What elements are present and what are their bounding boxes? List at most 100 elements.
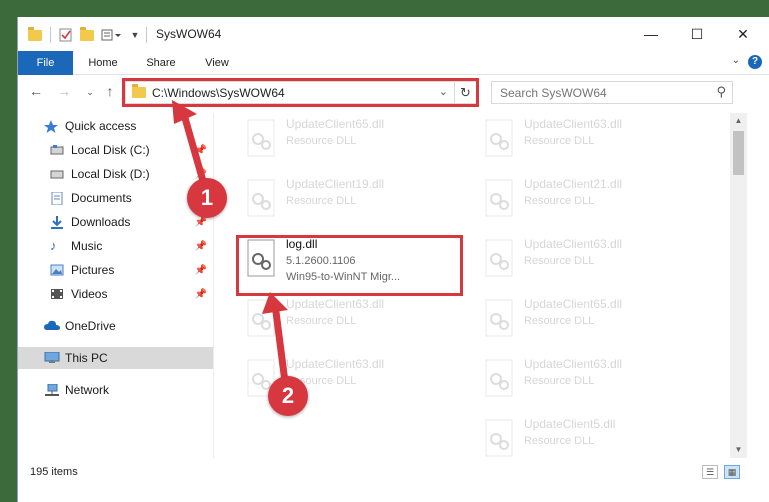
file-name: log.dll xyxy=(286,237,318,251)
forward-arrow-icon[interactable]: → xyxy=(54,83,74,99)
dll-file-icon xyxy=(247,299,275,337)
address-path[interactable]: C:\Windows\SysWOW64 xyxy=(152,86,285,100)
sidebar-item-music[interactable]: ♪ Music 📌 xyxy=(18,235,213,257)
pane-divider[interactable] xyxy=(213,113,214,458)
sidebar-item-this-pc[interactable]: This PC xyxy=(18,347,213,369)
file-description: Resource DLL xyxy=(524,315,595,327)
file-version: 5.1.2600.1106 xyxy=(286,255,356,267)
dll-file-icon xyxy=(485,239,513,277)
file-tile[interactable]: UpdateClient63.dll Resource DLL xyxy=(476,113,706,169)
tab-file[interactable]: File xyxy=(18,51,73,75)
search-box[interactable]: ⚲ xyxy=(491,81,733,104)
explorer-window: ▼ SysWOW64 — ☐ ✕ File Home Share View ⌄ … xyxy=(17,17,769,502)
recent-locations-icon[interactable]: ⌄ xyxy=(80,87,100,98)
tab-home[interactable]: Home xyxy=(78,51,128,75)
pin-icon[interactable]: 📌 xyxy=(195,217,207,228)
file-description: Resource DLL xyxy=(524,435,595,447)
file-description: Resource DLL xyxy=(524,375,595,387)
up-arrow-icon[interactable]: ↑ xyxy=(100,83,120,99)
chevron-down-icon[interactable]: ⌄ xyxy=(439,85,448,98)
pin-icon[interactable]: 📌 xyxy=(195,289,207,300)
sidebar-item-videos[interactable]: Videos 📌 xyxy=(18,283,213,305)
large-icons-view-icon[interactable]: ▦ xyxy=(724,465,740,479)
sidebar-item-local-disk-d[interactable]: Local Disk (D:) 📌 xyxy=(18,163,213,185)
back-arrow-icon[interactable]: ← xyxy=(26,83,46,99)
details-view-icon[interactable]: ☰ xyxy=(702,465,718,479)
drive-icon xyxy=(50,168,64,180)
file-tile[interactable]: UpdateClient65.dll Resource DLL xyxy=(238,113,468,169)
expand-ribbon-icon[interactable]: ⌄ xyxy=(732,55,740,66)
vertical-scrollbar[interactable]: ▲ ▼ xyxy=(730,113,747,458)
dll-file-icon xyxy=(485,179,513,217)
sidebar-item-documents[interactable]: Documents 📌 xyxy=(18,187,213,209)
refresh-icon[interactable]: ↻ xyxy=(455,81,477,104)
drive-icon xyxy=(50,144,64,156)
dll-file-icon xyxy=(485,359,513,397)
tab-view[interactable]: View xyxy=(192,51,242,75)
file-name: UpdateClient63.dll xyxy=(524,237,623,251)
file-tile[interactable]: UpdateClient63.dll Resource DLL xyxy=(476,353,706,409)
dll-file-icon xyxy=(247,119,275,157)
pin-icon[interactable]: 📌 xyxy=(195,145,207,156)
file-tile[interactable]: UpdateClient63.dll Resource DLL xyxy=(238,293,468,349)
sidebar-item-label: Pictures xyxy=(71,263,115,277)
help-icon[interactable]: ? xyxy=(748,55,762,69)
sidebar-item-label: Downloads xyxy=(71,215,131,229)
folder-icon xyxy=(26,26,44,44)
search-icon: ⚲ xyxy=(716,84,726,99)
search-input[interactable] xyxy=(500,85,700,100)
sidebar-item-downloads[interactable]: Downloads 📌 xyxy=(18,211,213,233)
title-bar: ▼ SysWOW64 — ☐ ✕ xyxy=(18,17,769,51)
callout-2: 2 xyxy=(268,376,308,416)
sidebar-item-label: Local Disk (D:) xyxy=(71,167,150,181)
file-description: Resource DLL xyxy=(286,315,357,327)
file-tile[interactable]: UpdateClient63.dll Resource DLL xyxy=(476,233,706,289)
sidebar-item-label: Videos xyxy=(71,287,108,301)
navigation-pane: Quick access Local Disk (C:) 📌 Local Dis… xyxy=(18,113,213,458)
sidebar-item-network[interactable]: Network xyxy=(18,379,213,401)
file-name: UpdateClient63.dll xyxy=(524,357,623,371)
pin-icon[interactable]: 📌 xyxy=(195,265,207,276)
sidebar-item-onedrive[interactable]: OneDrive xyxy=(18,315,213,337)
file-tile[interactable]: UpdateClient65.dll Resource DLL xyxy=(476,293,706,349)
file-tile[interactable]: UpdateClient5.dll Resource DLL xyxy=(476,413,706,458)
navigation-bar: ← → ⌄ ↑ C:\Windows\SysWOW64 ⌄ ↻ ⚲ xyxy=(18,77,769,109)
customize-quick-access-icon[interactable] xyxy=(100,26,124,44)
new-folder-icon[interactable] xyxy=(78,26,96,44)
file-name: UpdateClient63.dll xyxy=(524,117,623,131)
tab-share[interactable]: Share xyxy=(136,51,186,75)
separator xyxy=(48,26,52,44)
address-bar[interactable]: C:\Windows\SysWOW64 ⌄ xyxy=(125,81,455,104)
file-description: Resource DLL xyxy=(286,135,357,147)
sidebar-item-local-disk-c[interactable]: Local Disk (C:) 📌 xyxy=(18,139,213,161)
star-icon xyxy=(44,120,58,133)
cloud-icon xyxy=(44,320,60,332)
status-bar: 195 items ☰ ▦ xyxy=(18,458,769,486)
file-tile[interactable]: UpdateClient21.dll Resource DLL xyxy=(476,173,706,229)
chevron-down-icon[interactable]: ▼ xyxy=(130,26,140,44)
sidebar-item-label: Music xyxy=(71,239,103,253)
callout-1: 1 xyxy=(187,178,227,218)
minimize-button[interactable]: — xyxy=(628,17,674,51)
item-count: 195 items xyxy=(30,466,78,478)
properties-icon[interactable] xyxy=(56,26,74,44)
scroll-thumb[interactable] xyxy=(733,131,744,175)
music-icon: ♪ xyxy=(50,238,57,253)
file-name: UpdateClient65.dll xyxy=(286,117,385,131)
file-name: UpdateClient65.dll xyxy=(524,297,623,311)
sidebar-item-label: This PC xyxy=(65,351,108,365)
pin-icon[interactable]: 📌 xyxy=(195,241,207,252)
scroll-down-icon[interactable]: ▼ xyxy=(730,442,747,458)
file-description: Resource DLL xyxy=(524,255,595,267)
dll-file-icon xyxy=(485,419,513,457)
file-name: UpdateClient63.dll xyxy=(286,357,385,371)
separator xyxy=(144,26,148,44)
file-tile-log-dll[interactable]: log.dll 5.1.2600.1106 Win95-to-WinNT Mig… xyxy=(238,233,468,289)
scroll-up-icon[interactable]: ▲ xyxy=(730,113,747,129)
window-title: SysWOW64 xyxy=(156,27,222,41)
sidebar-item-quick-access[interactable]: Quick access xyxy=(18,115,213,137)
sidebar-item-pictures[interactable]: Pictures 📌 xyxy=(18,259,213,281)
close-button[interactable]: ✕ xyxy=(720,17,766,51)
file-tile[interactable]: UpdateClient19.dll Resource DLL xyxy=(238,173,468,229)
maximize-button[interactable]: ☐ xyxy=(674,17,720,51)
